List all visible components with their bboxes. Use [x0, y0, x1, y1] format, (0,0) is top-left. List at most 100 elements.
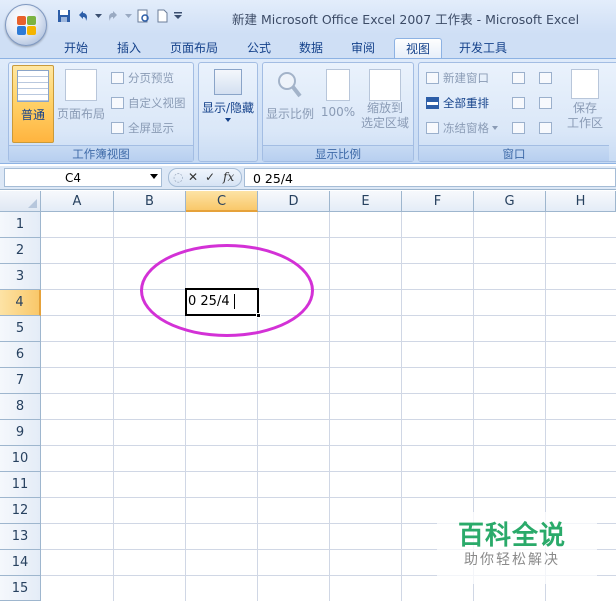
select-all-button[interactable]	[0, 191, 41, 212]
gridline	[41, 471, 616, 472]
customize-icon[interactable]	[173, 8, 183, 24]
zoom-to-selection-button[interactable]: 缩放到 选定区域	[359, 65, 411, 143]
tab-formulas[interactable]: 公式	[238, 38, 280, 58]
custom-views-button[interactable]: 自定义视图	[111, 94, 186, 112]
row-header-4[interactable]: 4	[0, 290, 41, 316]
full-screen-icon	[111, 122, 124, 134]
column-header-f[interactable]: F	[402, 191, 474, 212]
row-header-13[interactable]: 13	[0, 524, 41, 550]
tab-home[interactable]: 开始	[54, 38, 98, 58]
zoom-label: 显示比例	[265, 107, 314, 121]
column-header-g[interactable]: G	[474, 191, 546, 212]
page-break-icon	[111, 72, 124, 84]
print-preview-icon[interactable]	[135, 8, 151, 24]
normal-view-icon	[17, 70, 49, 102]
save-icon[interactable]	[56, 8, 72, 24]
split-button[interactable]	[512, 69, 529, 87]
formula-input[interactable]: 0 25/4	[244, 168, 616, 187]
column-header-a[interactable]: A	[41, 191, 114, 212]
page-layout-view-button[interactable]: 页面布局	[56, 65, 106, 143]
arrange-all-label: 全部重排	[443, 96, 489, 110]
arrange-all-button[interactable]: 全部重排	[426, 94, 489, 112]
tab-view[interactable]: 视图	[394, 38, 442, 58]
reset-window-position-button[interactable]	[539, 119, 556, 137]
row-header-3[interactable]: 3	[0, 264, 41, 290]
save-workspace-label-2: 工作区	[566, 116, 603, 130]
chevron-down-icon[interactable]	[124, 8, 132, 24]
reset-position-icon	[539, 122, 552, 134]
title-bar: 新建 Microsoft Office Excel 2007 工作表 - Mic…	[0, 0, 616, 34]
full-screen-button[interactable]: 全屏显示	[111, 119, 174, 137]
row-header-14[interactable]: 14	[0, 550, 41, 576]
zoom-100-button[interactable]: 100%	[319, 65, 357, 143]
group-label-workbook-views: 工作簿视图	[9, 145, 193, 161]
row-header-10[interactable]: 10	[0, 446, 41, 472]
gridline	[113, 212, 114, 601]
gridline	[41, 263, 616, 264]
freeze-panes-button[interactable]: 冻结窗格	[426, 119, 498, 137]
page-layout-view-label: 页面布局	[56, 107, 105, 121]
tab-review[interactable]: 审阅	[342, 38, 384, 58]
insert-function-icon[interactable]: fx	[223, 170, 234, 184]
gridline	[41, 341, 616, 342]
column-header-h[interactable]: H	[546, 191, 616, 212]
row-header-1[interactable]: 1	[0, 212, 41, 238]
column-header-e[interactable]: E	[330, 191, 402, 212]
unhide-window-button[interactable]	[512, 119, 529, 137]
column-header-b[interactable]: B	[114, 191, 186, 212]
column-header-c[interactable]: C	[186, 191, 258, 212]
cancel-icon[interactable]: ✕	[188, 170, 198, 184]
tab-developer[interactable]: 开发工具	[452, 38, 514, 58]
view-side-by-side-button[interactable]	[539, 69, 556, 87]
tab-data[interactable]: 数据	[290, 38, 332, 58]
row-header-5[interactable]: 5	[0, 316, 41, 342]
row-header-7[interactable]: 7	[0, 368, 41, 394]
tab-insert[interactable]: 插入	[108, 38, 150, 58]
check-icon[interactable]: ✓	[205, 170, 215, 184]
chevron-down-icon	[225, 118, 231, 122]
save-workspace-icon	[571, 69, 599, 99]
chevron-down-icon[interactable]	[94, 8, 102, 24]
gridline	[41, 419, 616, 420]
row-header-9[interactable]: 9	[0, 420, 41, 446]
formula-buttons: ◌ ✕ ✓ fx	[168, 168, 242, 187]
row-header-15[interactable]: 15	[0, 576, 41, 601]
group-workbook-views: 普通 页面布局 分页预览 自定义视图 全屏显示 工作簿视图	[8, 62, 194, 162]
custom-views-label: 自定义视图	[128, 96, 186, 110]
row-header-12[interactable]: 12	[0, 498, 41, 524]
tab-page-layout[interactable]: 页面布局	[160, 38, 228, 58]
page-break-preview-button[interactable]: 分页预览	[111, 69, 174, 87]
formula-bar: C4 ◌ ✕ ✓ fx 0 25/4	[0, 166, 616, 190]
quick-access-toolbar	[56, 8, 183, 24]
save-workspace-button[interactable]: 保存 工作区	[565, 65, 605, 143]
normal-view-button[interactable]: 普通	[12, 65, 54, 143]
column-header-d[interactable]: D	[258, 191, 330, 212]
new-document-icon[interactable]	[154, 8, 170, 24]
synchronous-scrolling-button[interactable]	[539, 94, 556, 112]
chevron-down-icon[interactable]	[150, 174, 158, 179]
arrange-all-icon	[426, 97, 439, 109]
gridline	[41, 497, 616, 498]
show-hide-label: 显示/隐藏	[201, 101, 255, 115]
office-button[interactable]	[5, 4, 47, 46]
new-window-button[interactable]: 新建窗口	[426, 69, 489, 87]
watermark-subtitle: 助你轻松解决	[464, 552, 560, 568]
zoom-to-selection-label-1: 缩放到	[366, 101, 403, 115]
redo-icon[interactable]	[105, 8, 121, 24]
page-100-icon	[326, 69, 350, 101]
ribbon: 普通 页面布局 分页预览 自定义视图 全屏显示 工作簿视图 显示/隐藏 显示比例…	[0, 58, 616, 164]
name-box[interactable]: C4	[4, 168, 162, 187]
show-hide-button[interactable]: 显示/隐藏	[201, 65, 255, 143]
undo-icon[interactable]	[75, 8, 91, 24]
zoom-button[interactable]: 显示比例	[265, 65, 315, 143]
row-header-6[interactable]: 6	[0, 342, 41, 368]
name-box-value: C4	[65, 171, 82, 185]
row-header-2[interactable]: 2	[0, 238, 41, 264]
hide-window-button[interactable]	[512, 94, 529, 112]
gridline	[41, 393, 616, 394]
row-header-8[interactable]: 8	[0, 394, 41, 420]
zoom-100-label: 100%	[320, 105, 356, 119]
gridline	[41, 445, 616, 446]
row-header-11[interactable]: 11	[0, 472, 41, 498]
gridline	[41, 237, 616, 238]
